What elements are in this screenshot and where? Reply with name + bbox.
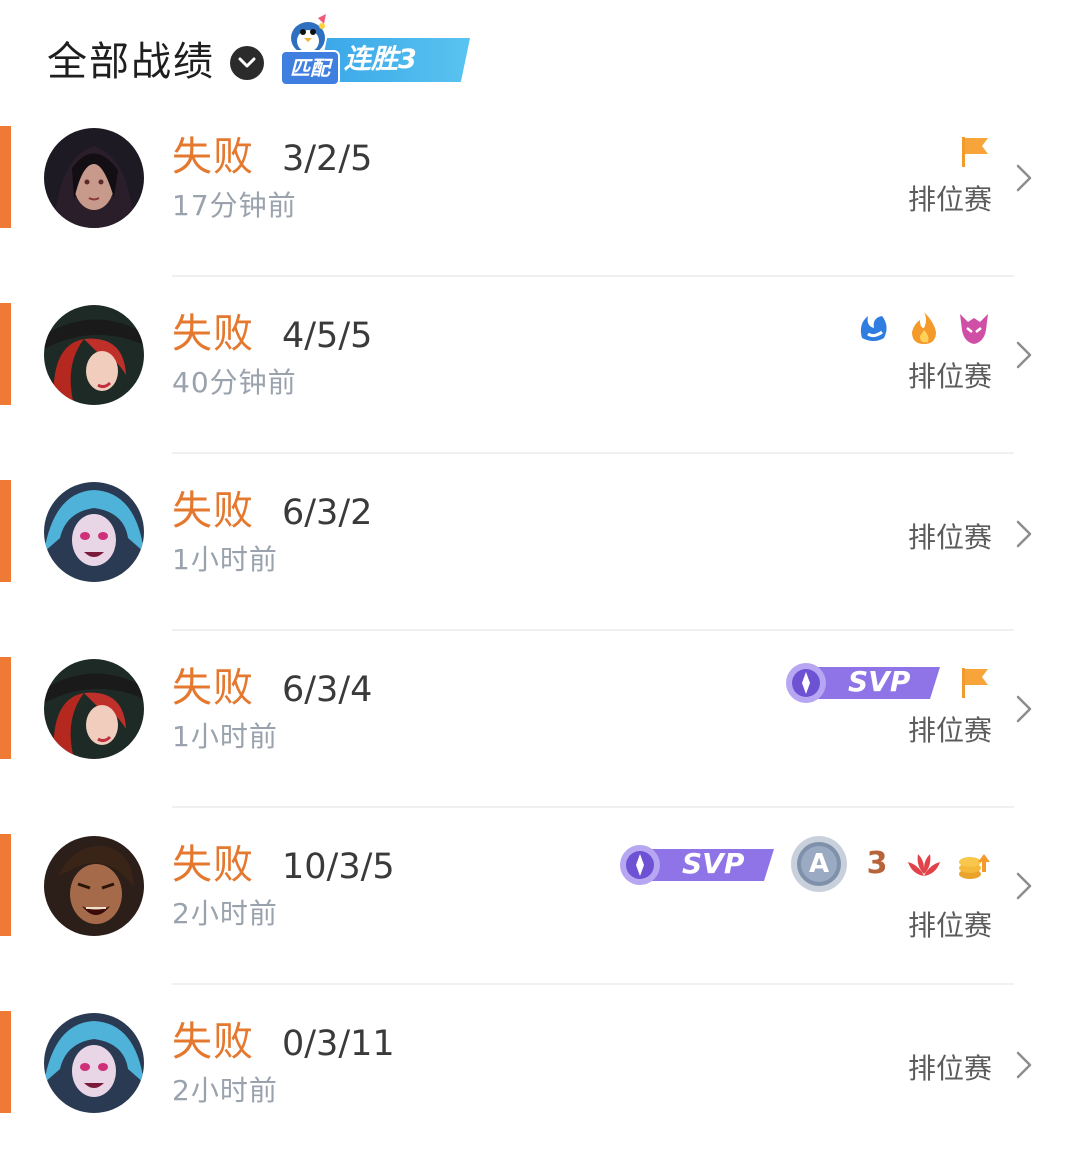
match-result: 失败: [172, 488, 254, 534]
chevron-right-icon[interactable]: [1013, 339, 1035, 371]
match-result: 失败: [172, 842, 254, 888]
chevron-down-icon[interactable]: [230, 46, 264, 80]
chevron-right-icon[interactable]: [1013, 870, 1035, 902]
champion-avatar: [44, 305, 144, 405]
match-result: 失败: [172, 134, 254, 180]
badge-group: SVP A 3: [616, 834, 992, 894]
loss-indicator-bar: [0, 126, 11, 228]
svp-label: SVP: [682, 847, 745, 880]
game-mode: 排位赛: [907, 909, 992, 942]
match-row[interactable]: 失败 10/3/5 2小时前 SVP A 3 排位赛: [0, 808, 1080, 985]
kda: 4/5/5: [282, 316, 373, 356]
match-time: 40分钟前: [172, 366, 297, 399]
kda: 3/2/5: [282, 139, 373, 179]
loss-indicator-bar: [0, 1011, 11, 1113]
chevron-right-icon[interactable]: [1013, 518, 1035, 550]
loss-indicator-bar: [0, 834, 11, 936]
grade-label: A: [808, 849, 830, 879]
grade-a-badge: A: [790, 835, 848, 893]
match-result: 失败: [172, 1019, 254, 1065]
match-row[interactable]: 失败 6/3/4 1小时前 SVP 排位赛: [0, 631, 1080, 808]
blue-water-icon: [860, 316, 887, 341]
chevron-right-icon[interactable]: [1013, 162, 1035, 194]
badge-group: [856, 305, 992, 351]
match-row[interactable]: 失败 4/5/5 40分钟前 排位赛: [0, 277, 1080, 454]
game-mode: 排位赛: [907, 714, 992, 747]
champion-avatar: [44, 836, 144, 936]
game-mode: 排位赛: [907, 1052, 992, 1085]
loss-indicator-bar: [0, 657, 11, 759]
badge-group: SVP: [782, 659, 992, 705]
triple-kill-icon: 3: [862, 846, 892, 882]
streak-label: 连胜3: [344, 44, 417, 75]
filter-title[interactable]: 全部战绩: [47, 36, 215, 88]
svp-badge: SVP: [616, 841, 776, 887]
game-mode: 排位赛: [907, 360, 992, 393]
win-streak-badge[interactable]: 连胜3 匹配: [278, 10, 474, 86]
champion-avatar: [44, 482, 144, 582]
streak-mode-tag: 匹配: [280, 50, 340, 86]
match-time: 1小时前: [172, 543, 278, 576]
orange-flag-icon: [962, 137, 988, 167]
svp-badge: SVP: [782, 659, 942, 705]
match-time: 2小时前: [172, 1074, 278, 1107]
loss-indicator-bar: [0, 480, 11, 582]
match-time: 2小时前: [172, 897, 278, 930]
champion-avatar: [44, 659, 144, 759]
match-row[interactable]: 失败 6/3/2 1小时前 排位赛: [0, 454, 1080, 631]
chevron-right-icon[interactable]: [1013, 693, 1035, 725]
badge-group: [956, 128, 992, 174]
chevron-right-icon[interactable]: [1013, 1049, 1035, 1081]
kda: 6/3/2: [282, 493, 373, 533]
match-time: 1小时前: [172, 720, 278, 753]
orange-flag-icon: [962, 668, 988, 698]
kda: 0/3/11: [282, 1024, 395, 1064]
pink-demon-icon: [960, 314, 988, 344]
kda: 10/3/5: [282, 847, 395, 887]
match-result: 失败: [172, 665, 254, 711]
match-result: 失败: [172, 311, 254, 357]
champion-avatar: [44, 1013, 144, 1113]
header: 全部战绩 连胜3 匹配: [0, 0, 1080, 110]
kda: 6/3/4: [282, 670, 373, 710]
loss-indicator-bar: [0, 303, 11, 405]
red-lotus-icon: [908, 854, 940, 876]
game-mode: 排位赛: [907, 183, 992, 216]
match-time: 17分钟前: [172, 189, 297, 222]
orange-flame-icon: [912, 312, 936, 344]
triple-kill-label: 3: [866, 846, 888, 881]
match-row[interactable]: 失败 3/2/5 17分钟前 排位赛: [0, 100, 1080, 277]
match-row[interactable]: 失败 0/3/11 2小时前 排位赛: [0, 985, 1080, 1162]
svp-label: SVP: [848, 665, 911, 698]
gold-coins-icon: [959, 854, 990, 879]
game-mode: 排位赛: [907, 521, 992, 554]
champion-avatar: [44, 128, 144, 228]
